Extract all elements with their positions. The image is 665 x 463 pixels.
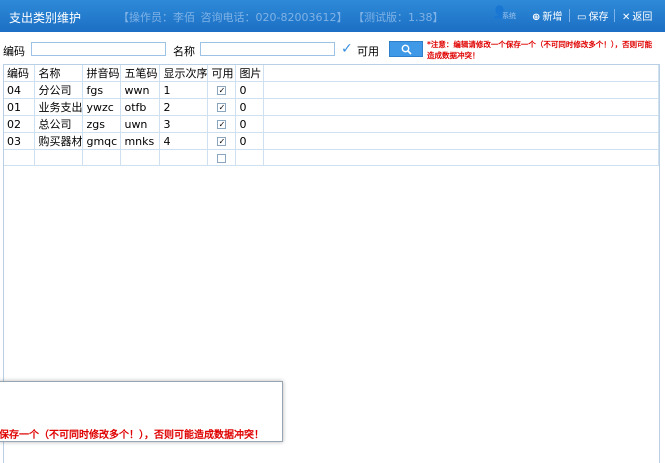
cell-wubi[interactable]: uwn [120, 115, 161, 133]
cell-order[interactable]: 2 [159, 98, 209, 116]
cell-picture[interactable]: 0 [235, 115, 265, 133]
column-header-name[interactable]: 名称 [34, 65, 84, 82]
cell-code[interactable]: 03 [4, 132, 36, 150]
code-label: 编码 [3, 45, 25, 58]
save-label: 保存 [588, 12, 609, 23]
user-label: 系统 [502, 12, 516, 20]
enabled-checkbox[interactable]: ✓ [217, 86, 227, 95]
cell-pinyin[interactable]: fgs [82, 81, 122, 99]
cell-code[interactable]: 02 [4, 115, 36, 133]
table-row[interactable]: 03 购买器材 gmqc mnks 4 ✓ 0 [4, 132, 659, 150]
column-header-order[interactable]: 显示次序 [159, 65, 209, 82]
back-button[interactable]: ✕ 返回 [622, 8, 652, 23]
cell-wubi[interactable] [120, 149, 161, 166]
notice-text: *注意：编辑请修改一个保存一个（不可同时修改多个！），否则可能造成数据冲突！ [427, 40, 653, 60]
name-input[interactable] [200, 42, 335, 56]
cell-order[interactable]: 1 [159, 81, 209, 99]
popup-message: 保存一个（不可同时修改多个！），否则可能造成数据冲突！ [0, 430, 264, 441]
cell-order[interactable] [159, 149, 209, 166]
cell-filler [263, 81, 659, 99]
cell-pinyin[interactable]: ywzc [82, 98, 122, 116]
phone-label: 咨询电话：020-82003612】 [200, 11, 348, 24]
search-icon [401, 44, 412, 55]
plus-icon: ⊕ [532, 12, 541, 23]
cell-picture[interactable]: 0 [235, 81, 265, 99]
cell-code[interactable]: 01 [4, 98, 36, 116]
enabled-checkbox[interactable]: ✓ [341, 42, 355, 56]
operator-info: 【操作员：李佰 咨询电话：020-82003612】 【测试版：1.38】 [118, 9, 445, 25]
cell-code[interactable]: 04 [4, 81, 36, 99]
column-header-picture[interactable]: 图片 [235, 65, 265, 82]
cell-filler [263, 115, 659, 133]
cell-picture[interactable] [235, 149, 265, 166]
enabled-checkbox[interactable]: ✓ [217, 137, 227, 146]
cell-picture[interactable]: 0 [235, 132, 265, 150]
cell-filler [263, 149, 659, 166]
toolbar-divider [614, 9, 615, 22]
column-header-filler [263, 65, 659, 82]
cell-picture[interactable]: 0 [235, 98, 265, 116]
cell-name[interactable]: 总公司 [34, 115, 84, 133]
new-button[interactable]: ⊕ 新增 [532, 8, 562, 23]
cell-order[interactable]: 4 [159, 132, 209, 150]
title-bar: 支出类别维护 【操作员：李佰 咨询电话：020-82003612】 【测试版：1… [0, 0, 665, 32]
category-table: 编码 名称 拼音码 五笔码 显示次序 可用 图片 04 分公司 fgs wwn … [4, 65, 659, 166]
cell-enabled[interactable]: ✓ [207, 98, 237, 116]
table-row[interactable]: 02 总公司 zgs uwn 3 ✓ 0 [4, 115, 659, 133]
close-icon: ✕ [622, 12, 631, 23]
back-label: 返回 [632, 12, 653, 23]
cell-name[interactable]: 购买器材 [34, 132, 84, 150]
cell-name[interactable]: 业务支出 [34, 98, 84, 116]
name-label: 名称 [173, 45, 195, 58]
cell-wubi[interactable]: otfb [120, 98, 161, 116]
window-title: 支出类别维护 [9, 11, 82, 25]
enabled-checkbox[interactable] [217, 153, 227, 163]
new-label: 新增 [542, 12, 563, 23]
notice-popup: 保存一个（不可同时修改多个！），否则可能造成数据冲突！ [0, 381, 283, 442]
cell-enabled[interactable]: ✓ [207, 81, 237, 99]
column-header-wubi[interactable]: 五笔码 [120, 65, 161, 82]
cell-enabled[interactable]: ✓ [207, 115, 237, 133]
enabled-label: 可用 [357, 45, 379, 58]
code-input[interactable] [31, 42, 166, 56]
enabled-checkbox[interactable]: ✓ [217, 103, 227, 112]
cell-filler [263, 132, 659, 150]
toolbar-divider [569, 9, 570, 22]
table-row[interactable]: 01 业务支出 ywzc otfb 2 ✓ 0 [4, 98, 659, 116]
cell-wubi[interactable]: wwn [120, 81, 161, 99]
user-menu[interactable]: 👤 系统 [488, 5, 528, 27]
column-header-code[interactable]: 编码 [4, 65, 36, 82]
cell-pinyin[interactable]: gmqc [82, 132, 122, 150]
cell-pinyin[interactable] [82, 149, 122, 166]
cell-code[interactable] [4, 149, 36, 166]
table-row-new[interactable] [4, 149, 659, 166]
column-header-pinyin[interactable]: 拼音码 [82, 65, 122, 82]
cell-wubi[interactable]: mnks [120, 132, 161, 150]
cell-enabled[interactable] [207, 149, 237, 166]
save-button[interactable]: ▭ 保存 [577, 8, 608, 23]
cell-enabled[interactable]: ✓ [207, 132, 237, 150]
operator-label: 【操作员：李佰 [118, 11, 195, 24]
cell-name[interactable] [34, 149, 84, 166]
cell-pinyin[interactable]: zgs [82, 115, 122, 133]
column-header-enabled[interactable]: 可用 [207, 65, 237, 82]
version-label: 【测试版：1.38】 [352, 11, 444, 24]
table-row[interactable]: 04 分公司 fgs wwn 1 ✓ 0 [4, 81, 659, 99]
table-header-row: 编码 名称 拼音码 五笔码 显示次序 可用 图片 [4, 65, 659, 82]
enabled-checkbox[interactable]: ✓ [217, 120, 227, 129]
search-button[interactable] [389, 41, 423, 57]
cell-order[interactable]: 3 [159, 115, 209, 133]
save-icon: ▭ [577, 12, 587, 23]
cell-name[interactable]: 分公司 [34, 81, 84, 99]
cell-filler [263, 98, 659, 116]
